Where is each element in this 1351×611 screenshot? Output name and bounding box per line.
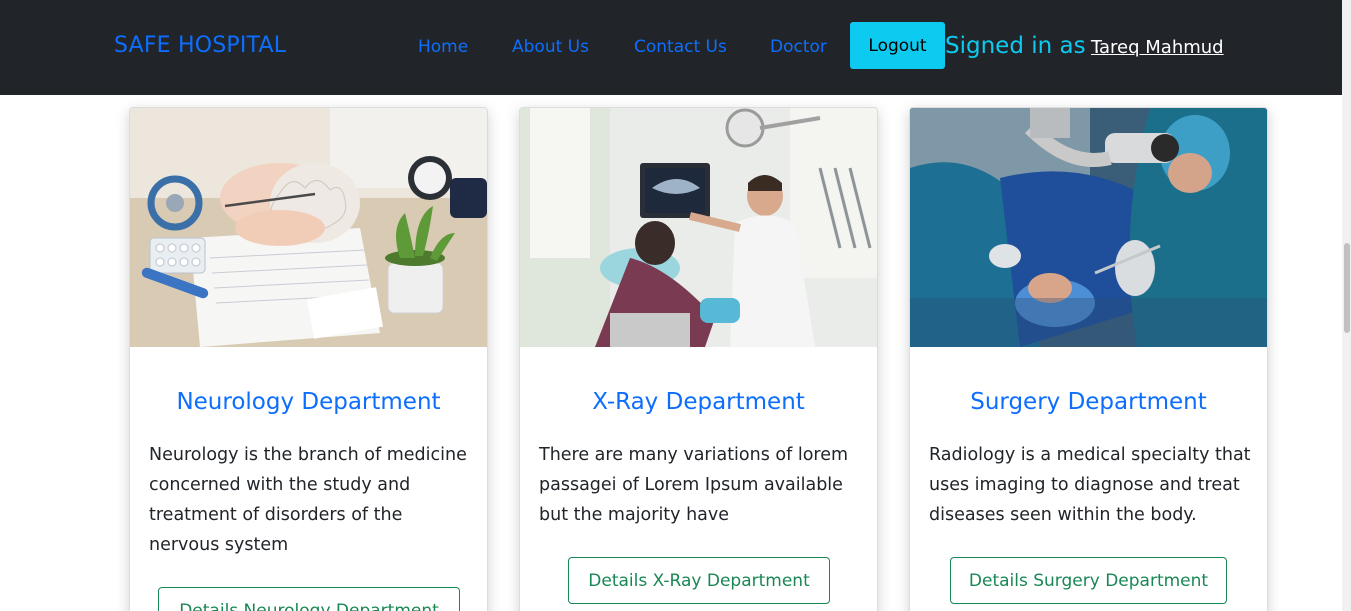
surgery-room-photo <box>910 108 1267 347</box>
department-card-surgery: Surgery Department Radiology is a medica… <box>909 107 1268 611</box>
scrollbar-thumb[interactable] <box>1344 243 1350 333</box>
details-surgery-button[interactable]: Details Surgery Department <box>950 557 1227 604</box>
navbar: SAFE HOSPITAL Home About Us Contact Us D… <box>0 0 1342 95</box>
nav-link-home[interactable]: Home <box>418 37 468 57</box>
signed-in-label: Signed in as : <box>945 33 1101 59</box>
card-title-xray: X-Ray Department <box>592 389 805 415</box>
department-card-xray: X-Ray Department There are many variatio… <box>519 107 878 611</box>
card-text-surgery: Radiology is a medical specialty that us… <box>929 445 1251 525</box>
card-title-neurology: Neurology Department <box>176 389 441 415</box>
brand-link[interactable]: SAFE HOSPITAL <box>114 33 286 58</box>
nav-link-about-us[interactable]: About Us <box>512 37 589 57</box>
user-name-link[interactable]: Tareq Mahmud <box>1091 37 1224 58</box>
xray-dentist-photo <box>520 108 877 347</box>
nav-link-doctor[interactable]: Doctor <box>770 37 827 57</box>
card-title-surgery: Surgery Department <box>970 389 1207 415</box>
details-xray-button[interactable]: Details X-Ray Department <box>568 557 830 604</box>
nav-link-contact-us[interactable]: Contact Us <box>634 37 727 57</box>
card-text-xray: There are many variations of lorem passa… <box>539 445 849 525</box>
card-text-neurology: Neurology is the branch of medicine conc… <box>149 445 467 555</box>
department-card-neurology: Neurology Department Neurology is the br… <box>129 107 488 611</box>
logout-button[interactable]: Logout <box>850 22 945 69</box>
details-neurology-button[interactable]: Details Neurology Department <box>158 587 460 611</box>
neurology-brain-photo <box>130 108 487 347</box>
